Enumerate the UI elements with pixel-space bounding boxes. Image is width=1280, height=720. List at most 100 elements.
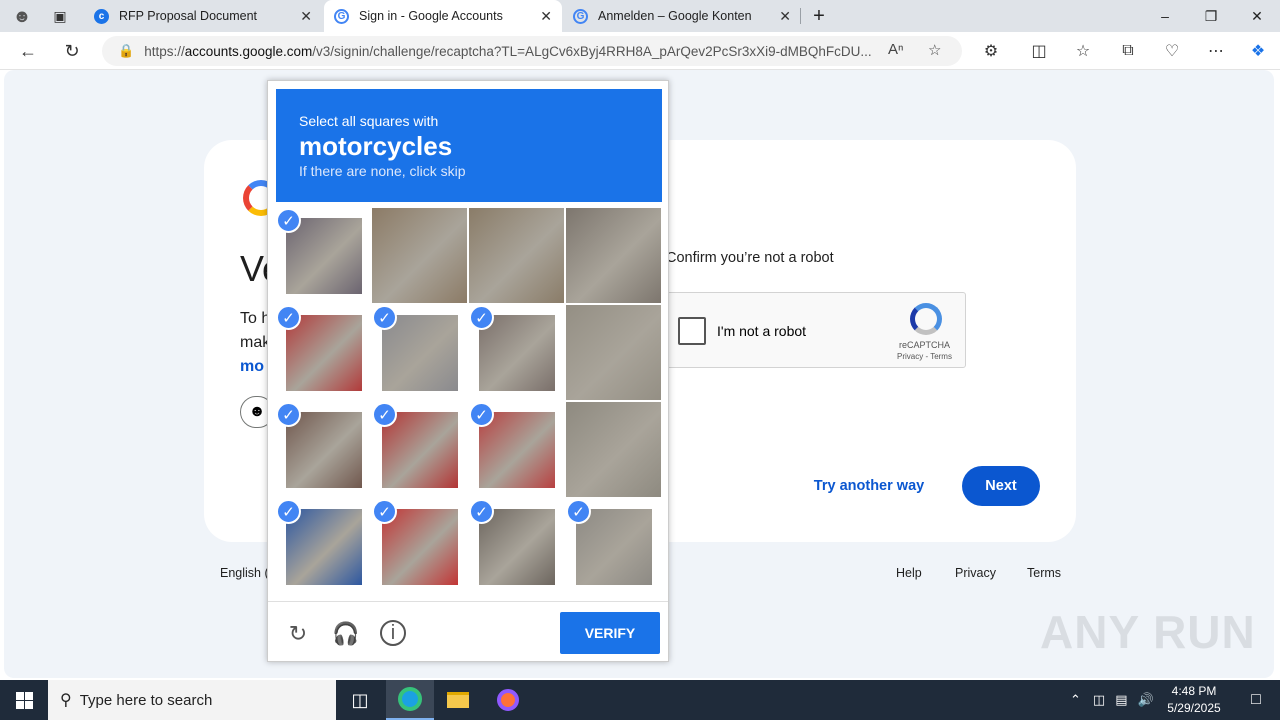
captcha-tile-image [286,412,362,488]
selected-check-icon: ✓ [372,305,397,330]
recaptcha-checkbox[interactable] [678,317,706,345]
captcha-tile[interactable]: ✓ [469,305,564,400]
verify-button[interactable]: VERIFY [560,612,660,654]
clock-time: 4:48 PM [1171,684,1217,698]
copilot-icon[interactable]: ❖ [1244,38,1272,64]
restore-button[interactable]: ❐ [1188,0,1234,32]
extensions-icon[interactable]: ⚙ [977,38,1005,64]
language-selector[interactable]: English ( [220,566,269,580]
minimize-button[interactable]: – [1142,0,1188,32]
info-icon[interactable]: i [380,620,406,646]
file-explorer-icon[interactable] [434,680,482,720]
close-tab-icon[interactable]: ✕ [779,8,791,25]
selected-check-icon: ✓ [276,208,301,233]
selected-check-icon: ✓ [469,499,494,524]
firefox-icon[interactable] [484,680,532,720]
body-text-line: To h [240,310,271,327]
new-tab-button[interactable]: + [802,0,836,32]
recaptcha-name: reCAPTCHA [899,340,951,350]
try-another-way-button[interactable]: Try another way [806,466,932,506]
close-window-button[interactable]: ✕ [1234,0,1280,32]
audio-challenge-icon[interactable]: 🎧 [332,620,360,648]
windows-logo-icon [15,691,33,709]
captcha-tile-image [382,412,458,488]
recaptcha-label: I'm not a robot [717,323,807,339]
task-view-icon[interactable]: ◫ [336,680,384,720]
selected-check-icon: ✓ [469,305,494,330]
recaptcha-terms-link[interactable]: Privacy - Terms [897,352,952,361]
url-scheme: https:// [144,43,185,59]
clock-date: 5/29/2025 [1167,701,1221,715]
captcha-tile[interactable] [566,208,661,303]
captcha-tile[interactable]: ✓ [276,499,371,594]
captcha-tile-image [286,218,362,294]
url-bar[interactable]: 🔒 https://accounts.google.com/v3/signin/… [102,36,962,66]
selected-check-icon: ✓ [469,402,494,427]
captcha-object: motorcycles [299,131,453,161]
start-button[interactable] [0,680,48,720]
privacy-link[interactable]: Privacy [955,566,996,580]
captcha-tile[interactable]: ✓ [469,499,564,594]
show-hidden-icons[interactable]: ⌃ [1070,692,1081,708]
captcha-tile-image [576,509,652,585]
tab-rfp-proposal[interactable]: c RFP Proposal Document ✕ [84,0,322,32]
read-aloud-icon[interactable]: Aⁿ [888,41,903,58]
reload-challenge-icon[interactable]: ↻ [284,620,312,648]
captcha-tile-image [479,315,555,391]
captcha-tile[interactable]: ✓ [276,402,371,497]
tab-sign-in[interactable]: G Sign in - Google Accounts ✕ [324,0,562,32]
captcha-tile[interactable]: ✓ [372,499,467,594]
captcha-tile-image [372,208,467,303]
taskbar-search[interactable]: ⚲ Type here to search [48,680,336,720]
recaptcha-widget: I'm not a robot reCAPTCHA Privacy - Term… [666,292,966,368]
captcha-tile[interactable]: ✓ [372,402,467,497]
learn-more-link[interactable]: mo [240,358,264,376]
collections-icon[interactable]: ⧉ [1114,38,1142,64]
captcha-tile[interactable] [469,208,564,303]
tab-anmelden[interactable]: G Anmelden – Google Konten ✕ [563,0,801,32]
captcha-tile[interactable]: ✓ [566,499,661,594]
favorite-star-icon[interactable]: ☆ [928,41,941,59]
browser-essentials-icon[interactable]: ♡ [1158,38,1186,64]
address-toolbar: ← ↻ 🔒 https://accounts.google.com/v3/sig… [0,32,1280,70]
notifications-icon[interactable]: □ [1232,680,1280,720]
captcha-tile[interactable]: ✓ [469,402,564,497]
tab-title: Sign in - Google Accounts [359,9,503,23]
terms-link[interactable]: Terms [1027,566,1061,580]
selected-check-icon: ✓ [276,402,301,427]
network-icon[interactable]: ▤ [1115,692,1127,708]
volume-icon[interactable]: 🔊 [1138,692,1154,708]
selected-check-icon: ✓ [276,499,301,524]
captcha-tile[interactable] [566,402,661,497]
help-link[interactable]: Help [896,566,922,580]
close-tab-icon[interactable]: ✕ [300,8,312,25]
favorites-icon[interactable]: ☆ [1069,38,1097,64]
edge-icon[interactable] [386,680,434,720]
captcha-tile[interactable]: ✓ [372,305,467,400]
profile-icon[interactable]: ☻ [0,0,44,32]
anyrun-watermark: ANY RUN [1040,606,1256,658]
split-screen-icon[interactable]: ◫ [1025,38,1053,64]
next-button[interactable]: Next [962,466,1040,506]
tab-actions-icon[interactable]: ▣ [40,0,80,32]
browser-tab-bar: ☻ ▣ c RFP Proposal Document ✕ G Sign in … [0,0,1280,32]
selected-check-icon: ✓ [372,402,397,427]
captcha-footer: ↻ 🎧 i VERIFY [268,601,668,661]
captcha-tile[interactable] [566,305,661,400]
tab-separator [800,8,801,24]
google-icon: G [334,8,349,24]
captcha-tile[interactable]: ✓ [276,305,371,400]
captcha-tile[interactable]: ✓ [276,208,371,303]
url-path: /v3/signin/challenge/recaptcha?TL=ALgCv6… [312,43,872,59]
captcha-tile[interactable] [372,208,467,303]
captcha-tile-image [566,402,661,497]
close-tab-icon[interactable]: ✕ [540,8,552,25]
more-menu-icon[interactable]: ⋯ [1202,38,1230,64]
reload-button[interactable]: ↻ [58,37,86,65]
taskbar: ⚲ Type here to search ◫ ⌃ ◫ ▤ 🔊 4:48 PM … [0,680,1280,720]
search-placeholder: Type here to search [79,691,213,709]
back-button[interactable]: ← [14,37,42,65]
device-icon[interactable]: ◫ [1093,692,1105,708]
clock[interactable]: 4:48 PM 5/29/2025 [1160,683,1228,717]
tab-title: Anmelden – Google Konten [598,9,752,23]
